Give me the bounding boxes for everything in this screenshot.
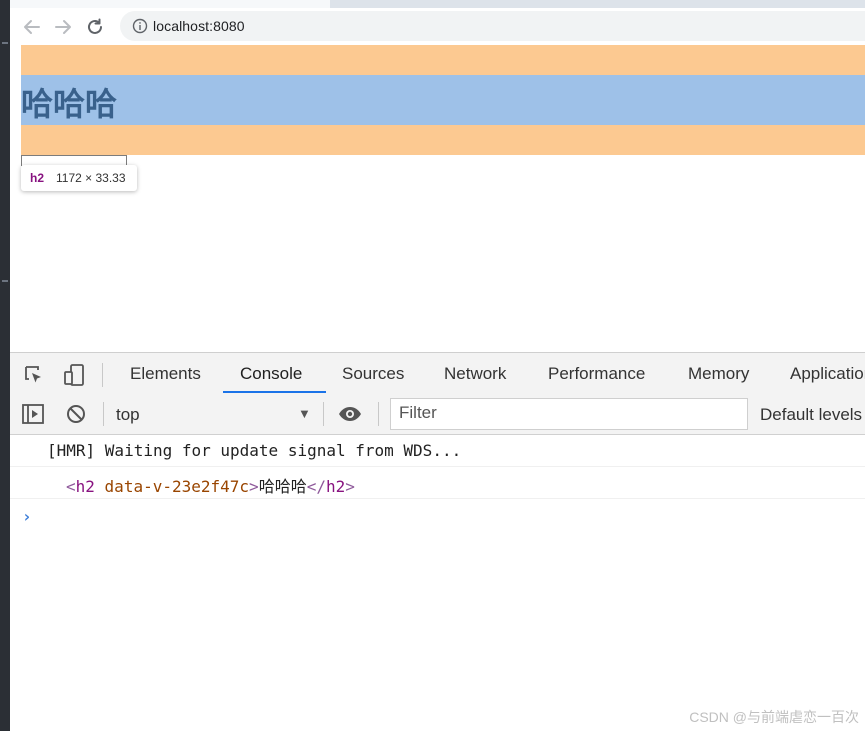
forward-arrow-icon[interactable] [52,16,74,38]
highlight-content-box: 哈哈哈 [21,75,865,125]
filter-input[interactable] [391,399,739,427]
devtools-panel: Elements Console Sources Network Perform… [10,352,865,732]
context-dropdown-icon[interactable]: ▼ [298,406,311,421]
log-levels-dropdown[interactable]: Default levels [760,405,862,425]
info-icon[interactable] [132,18,148,34]
active-tab-edge[interactable] [10,0,330,8]
active-tab-indicator [223,391,326,393]
tab-application[interactable]: Application [790,364,865,384]
edge-mark [2,280,8,282]
inspect-element-icon[interactable] [22,363,46,387]
console-prompt-icon[interactable]: › [22,507,32,526]
tab-strip [10,0,865,8]
closing-tag-open: </ [306,477,326,496]
console-toolbar: top ▼ Default levels [10,394,865,435]
closing-tag-close: > [345,477,355,496]
show-sidebar-icon[interactable] [21,402,45,426]
page-heading: 哈哈哈 [21,86,118,122]
filter-field[interactable] [390,398,748,430]
highlight-margin-bottom [21,125,865,155]
watermark: CSDN @与前端虐恋一百次 [689,709,859,725]
toolbar-divider [103,402,104,426]
tooltip-dimensions: 1172 × 33.33 [56,171,126,185]
reload-icon[interactable] [84,16,106,38]
logged-element[interactable]: <h2 data-v-23e2f47c>哈哈哈</h2> [66,473,355,497]
tab-memory[interactable]: Memory [688,364,749,384]
tab-performance[interactable]: Performance [548,364,645,384]
element-text: 哈哈哈 [258,477,307,496]
highlight-margin-top [21,45,865,75]
live-expression-eye-icon[interactable] [338,402,362,426]
console-message: [HMR] Waiting for update signal from WDS… [10,435,865,467]
toolbar-divider [323,402,324,426]
tab-network[interactable]: Network [444,364,506,384]
tab-console[interactable]: Console [240,364,302,384]
address-field[interactable]: localhost:8080 [120,11,865,41]
closing-tag-name: h2 [325,477,346,496]
url-text[interactable]: localhost:8080 [153,18,245,34]
tag-name: h2 [75,477,95,496]
context-select[interactable]: top [116,405,140,425]
attribute-name: data-v-23e2f47c [104,477,250,496]
edge-mark [2,42,8,44]
console-message[interactable]: <h2 data-v-23e2f47c>哈哈哈</h2> [10,467,865,499]
tab-elements[interactable]: Elements [130,364,201,384]
devtools-tabbar: Elements Console Sources Network Perform… [10,353,865,395]
tab-sources[interactable]: Sources [342,364,404,384]
tag-open-bracket: < [66,477,76,496]
tabbar-divider [102,363,103,387]
page-viewport: 哈哈哈 h2 1172 × 33.33 [10,45,865,352]
device-toolbar-icon[interactable] [62,363,86,387]
tooltip-tag: h2 [30,171,45,185]
clear-console-icon[interactable] [64,402,88,426]
desktop-left-edge [0,0,10,731]
toolbar-divider [378,402,379,426]
back-arrow-icon[interactable] [21,16,43,38]
browser-toolbar: localhost:8080 [10,8,865,45]
console-output[interactable]: [HMR] Waiting for update signal from WDS… [10,435,865,732]
hmr-log-text: [HMR] Waiting for update signal from WDS… [47,441,462,460]
tag-close-bracket: > [249,477,259,496]
inspect-tooltip: h2 1172 × 33.33 [21,165,137,191]
